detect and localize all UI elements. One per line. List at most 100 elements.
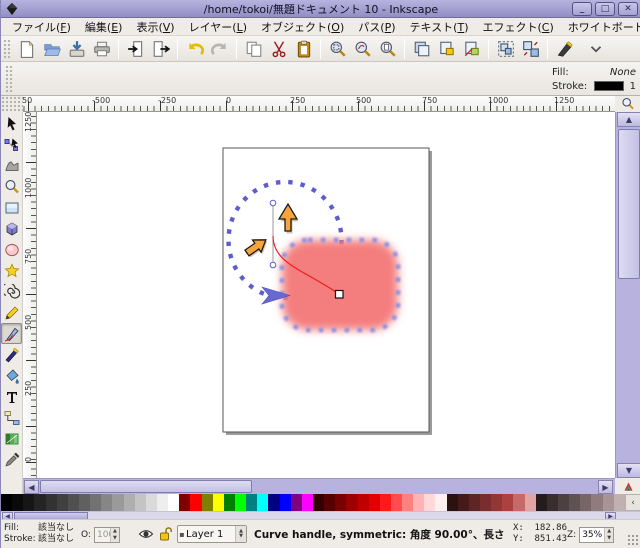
- palette-swatch[interactable]: [546, 494, 559, 511]
- toolbar-grip[interactable]: [3, 38, 11, 59]
- palette-swatch[interactable]: [156, 494, 169, 511]
- menu-item-0[interactable]: ファイル(F): [5, 18, 78, 36]
- palette-swatch[interactable]: [212, 494, 224, 511]
- maximize-button[interactable]: □: [595, 2, 615, 16]
- color-managed-view-button[interactable]: [615, 478, 640, 494]
- layer-name[interactable]: Layer 1: [186, 529, 235, 540]
- export-document-button[interactable]: [148, 38, 173, 60]
- close-button[interactable]: ✕: [618, 2, 638, 16]
- redo-button[interactable]: [207, 38, 232, 60]
- palette-swatch[interactable]: [424, 494, 436, 511]
- palette-swatch[interactable]: [223, 494, 235, 511]
- palette-swatch[interactable]: [591, 494, 603, 511]
- scroll-down-button[interactable]: ▼: [617, 463, 640, 478]
- palette-swatch[interactable]: [179, 494, 191, 511]
- palette-swatch[interactable]: [190, 494, 202, 511]
- paste-button[interactable]: [291, 38, 316, 60]
- palette-scroll-left-button[interactable]: ‹: [625, 494, 640, 511]
- palette-swatch[interactable]: [134, 494, 146, 511]
- stroke-color-swatch[interactable]: [594, 81, 624, 91]
- connector-tool-button[interactable]: [1, 407, 22, 428]
- menu-item-2[interactable]: 表示(V): [129, 18, 181, 36]
- palette-swatch[interactable]: [12, 494, 24, 511]
- unlink-clone-button[interactable]: [459, 38, 484, 60]
- palette-swatch[interactable]: [335, 494, 347, 511]
- palette-swatch[interactable]: [480, 494, 492, 511]
- pencil-tool-button[interactable]: [1, 302, 22, 323]
- palette-swatch[interactable]: [301, 494, 313, 511]
- zoom-value[interactable]: 35%: [580, 530, 604, 540]
- opacity-spinbox[interactable]: 100 ▲▼: [93, 527, 120, 543]
- fill-stroke-indicator[interactable]: Fill: None Stroke: 1: [552, 65, 638, 93]
- palette-swatch[interactable]: [513, 494, 525, 511]
- ellipse-tool-button[interactable]: [1, 239, 22, 260]
- scroll-left-button[interactable]: ◀: [24, 480, 39, 494]
- import-document-button[interactable]: [123, 38, 148, 60]
- menu-item-8[interactable]: ホワイトボード(R): [561, 18, 640, 36]
- zoom-stepper[interactable]: ▲ ▼: [604, 528, 614, 542]
- rect-tool-button[interactable]: [1, 197, 22, 218]
- stroke-width-value[interactable]: 1: [630, 81, 636, 92]
- menu-item-1[interactable]: 編集(E): [78, 18, 130, 36]
- blurred-blob[interactable]: [282, 240, 398, 330]
- zoom-page-button[interactable]: [375, 38, 400, 60]
- layer-visibility-eye-icon[interactable]: [138, 526, 154, 542]
- title-bar[interactable]: /home/tokoi/無題ドキュメント 10 - Inkscape _ □ ✕: [1, 0, 640, 18]
- menu-item-7[interactable]: エフェクト(C): [476, 18, 561, 36]
- zoom-tool-button[interactable]: [1, 176, 22, 197]
- vertical-ruler[interactable]: 1250 1000 750 500 250 0: [23, 112, 37, 478]
- fill-stroke-dialog-button[interactable]: [552, 38, 577, 60]
- palette-swatch[interactable]: [168, 494, 180, 511]
- undo-button[interactable]: [182, 38, 207, 60]
- menu-item-4[interactable]: オブジェクト(O): [254, 18, 351, 36]
- vertical-scrollbar[interactable]: ▲ ▼: [615, 112, 640, 478]
- palette-swatch[interactable]: [569, 494, 581, 511]
- window-resize-grip[interactable]: [627, 534, 639, 546]
- palette-swatch[interactable]: [90, 494, 102, 511]
- palette-swatch[interactable]: [524, 494, 536, 511]
- palette-swatch[interactable]: [468, 494, 481, 511]
- palette-swatch[interactable]: [613, 494, 625, 511]
- canvas[interactable]: [37, 112, 615, 478]
- opacity-value[interactable]: 100: [95, 530, 110, 540]
- open-document-button[interactable]: [39, 38, 64, 60]
- dropper-tool-button[interactable]: [1, 449, 22, 470]
- cut-button[interactable]: [266, 38, 291, 60]
- palette-swatch[interactable]: [357, 494, 369, 511]
- palette-swatch[interactable]: [346, 494, 358, 511]
- palette-swatch[interactable]: [45, 494, 57, 511]
- box3d-tool-button[interactable]: [1, 218, 22, 239]
- paintbucket-tool-button[interactable]: [1, 365, 22, 386]
- copy-button[interactable]: [241, 38, 266, 60]
- palette-swatch[interactable]: [602, 494, 614, 511]
- create-clone-button[interactable]: [434, 38, 459, 60]
- handle-point-bottom[interactable]: [269, 261, 277, 269]
- palette-swatch[interactable]: [145, 494, 157, 511]
- minimize-button[interactable]: _: [572, 2, 592, 16]
- ungroup-objects-button[interactable]: [518, 38, 543, 60]
- gradient-tool-button[interactable]: [1, 428, 22, 449]
- node-tool-button[interactable]: [1, 134, 22, 155]
- layer-stepper[interactable]: ▲ ▼: [235, 526, 246, 542]
- palette-swatch[interactable]: [413, 494, 425, 511]
- star-tool-button[interactable]: [1, 260, 22, 281]
- new-document-button[interactable]: [14, 38, 39, 60]
- palette-swatch[interactable]: [112, 494, 124, 511]
- quick-zoom-button[interactable]: [615, 96, 640, 112]
- zoom-spinbox[interactable]: 35% ▲ ▼: [579, 527, 615, 543]
- horizontal-scrollbar[interactable]: ◀ ▶: [23, 478, 615, 494]
- palette-swatch[interactable]: [379, 494, 391, 511]
- opacity-stepper[interactable]: ▲ ▼: [109, 528, 119, 542]
- palette-swatch[interactable]: [234, 494, 247, 511]
- palette-swatch[interactable]: [457, 494, 469, 511]
- palette-swatch[interactable]: [368, 494, 380, 511]
- palette-swatch[interactable]: [246, 494, 258, 511]
- palette-swatch[interactable]: [123, 494, 135, 511]
- palette-scrollbar[interactable]: ◀ ▶: [1, 511, 640, 520]
- palette-swatch[interactable]: [502, 494, 514, 511]
- toolbar-grip[interactable]: [5, 65, 13, 93]
- palette-swatch[interactable]: [257, 494, 269, 511]
- tweak-tool-button[interactable]: [1, 155, 22, 176]
- menu-item-6[interactable]: テキスト(T): [403, 18, 476, 36]
- layer-lock-icon[interactable]: [157, 526, 173, 542]
